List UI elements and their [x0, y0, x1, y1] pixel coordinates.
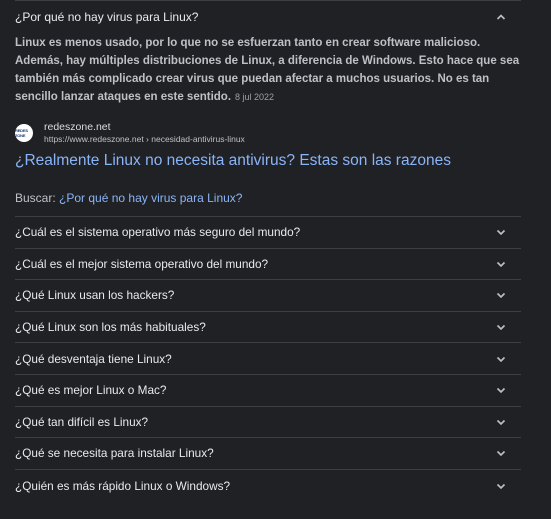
question-item[interactable]: ¿Cuál es el sistema operativo más seguro…	[15, 217, 521, 249]
chevron-up-icon[interactable]	[494, 10, 508, 24]
answer-snippet: Linux es menos usado, por lo que no se e…	[15, 34, 521, 106]
result-title-link[interactable]: ¿Realmente Linux no necesita antivirus? …	[15, 151, 521, 171]
question-item[interactable]: ¿Qué Linux usan los hackers?	[15, 280, 521, 312]
chevron-down-icon[interactable]	[494, 320, 508, 334]
site-favicon-icon: REDES ZONE	[15, 124, 33, 142]
search-query-link[interactable]: ¿Por qué no hay virus para Linux?	[59, 191, 242, 205]
expanded-question-header[interactable]: ¿Por qué no hay virus para Linux?	[15, 1, 521, 32]
search-label: Buscar:	[15, 191, 56, 205]
source-url: https://www.redeszone.net › necesidad-an…	[44, 134, 245, 144]
question-text: ¿Qué Linux son los más habituales?	[15, 320, 206, 335]
question-text: ¿Qué Linux usan los hackers?	[15, 288, 175, 303]
question-text: ¿Por qué no hay virus para Linux?	[15, 9, 199, 24]
question-list: ¿Cuál es el sistema operativo más seguro…	[15, 216, 521, 501]
question-text: ¿Qué tan difícil es Linux?	[15, 414, 149, 429]
search-suggestion: Buscar: ¿Por qué no hay virus para Linux…	[15, 191, 521, 208]
source-attribution[interactable]: REDES ZONE redeszone.net https://www.red…	[15, 120, 521, 146]
chevron-down-icon[interactable]	[494, 446, 508, 460]
question-text: ¿Cuál es el sistema operativo más seguro…	[15, 225, 301, 240]
question-text: ¿Qué es mejor Linux o Mac?	[15, 383, 167, 398]
chevron-down-icon[interactable]	[494, 415, 508, 429]
related-questions: ¿Por qué no hay virus para Linux? Linux …	[15, 0, 521, 501]
question-item[interactable]: ¿Cuál es el mejor sistema operativo del …	[15, 249, 521, 281]
question-text: ¿Qué desventaja tiene Linux?	[15, 351, 172, 366]
question-item[interactable]: ¿Qué tan difícil es Linux?	[15, 407, 521, 439]
chevron-down-icon[interactable]	[494, 479, 508, 493]
chevron-down-icon[interactable]	[494, 225, 508, 239]
chevron-down-icon[interactable]	[494, 288, 508, 302]
answer-date: 8 jul 2022	[235, 92, 275, 102]
question-text: ¿Cuál es el mejor sistema operativo del …	[15, 256, 269, 271]
question-item[interactable]: ¿Qué es mejor Linux o Mac?	[15, 375, 521, 407]
question-item[interactable]: ¿Qué se necesita para instalar Linux?	[15, 438, 521, 470]
favicon-text: REDES ZONE	[15, 128, 28, 138]
chevron-down-icon[interactable]	[494, 352, 508, 366]
source-name: redeszone.net	[44, 121, 111, 133]
source-text: redeszone.net https://www.redeszone.net …	[44, 121, 245, 145]
question-text: ¿Qué se necesita para instalar Linux?	[15, 446, 214, 461]
question-item[interactable]: ¿Quién es más rápido Linux o Windows?	[15, 470, 521, 502]
chevron-down-icon[interactable]	[494, 257, 508, 271]
chevron-down-icon[interactable]	[494, 383, 508, 397]
question-text: ¿Quién es más rápido Linux o Windows?	[15, 478, 231, 493]
question-item[interactable]: ¿Qué Linux son los más habituales?	[15, 312, 521, 344]
question-item[interactable]: ¿Qué desventaja tiene Linux?	[15, 343, 521, 375]
